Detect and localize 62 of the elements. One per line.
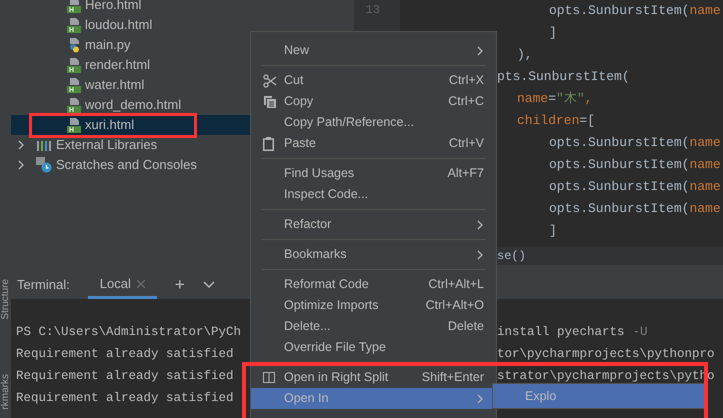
code-line: ]	[548, 24, 558, 42]
python-file-icon	[67, 37, 81, 53]
terminal-output-line: Requirement already satisfied	[16, 390, 234, 407]
shortcut-text: Ctrl+X	[448, 72, 484, 90]
html-file-icon	[67, 97, 81, 113]
menu-item[interactable]: Optimize Imports Ctrl+Alt+O	[251, 295, 496, 316]
terminal-output-line: Requirement already satisfied	[16, 368, 234, 385]
split-view-icon	[263, 372, 275, 383]
menu-item[interactable]: Copy Ctrl+C	[251, 91, 496, 112]
terminal-output-line: Requirement already satisfied	[16, 346, 234, 363]
breadcrumb-text: se()	[497, 248, 526, 265]
terminal-output-line: tor\pycharmprojects\pythonpro	[497, 346, 715, 363]
submenu-chevron-icon	[477, 394, 484, 404]
menu-item[interactable]: Delete... Delete	[251, 316, 496, 337]
shortcut-text: Ctrl+C	[448, 93, 484, 110]
shortcut-text: Ctrl+Alt+O	[426, 297, 484, 314]
file-tree-item[interactable]: loudou.html	[11, 15, 354, 35]
menu-item[interactable]: Reformat Code Ctrl+Alt+L	[251, 274, 496, 295]
submenu-chevron-icon	[477, 250, 484, 260]
tool-window-tab[interactable]: Structure	[0, 279, 10, 320]
shortcut-text: Shift+Enter	[422, 369, 484, 386]
terminal-output-line: PS C:\Users\Administrator\PyCh	[16, 324, 242, 341]
file-tree-item[interactable]: Hero.html	[11, 0, 354, 15]
code-line: opts.SunburstItem(name	[548, 156, 722, 174]
menu-item[interactable]: Refactor	[251, 214, 496, 235]
clipboard-icon	[263, 136, 274, 150]
menu-item[interactable]: Open in Right Split Shift+Enter	[251, 367, 496, 388]
submenu-chevron-icon	[477, 220, 484, 230]
html-file-icon	[67, 0, 81, 13]
code-line: opts.SunburstItem(name	[548, 134, 722, 152]
code-line: ]	[548, 222, 558, 240]
scratches-icon	[36, 157, 52, 173]
submenu-chevron-icon	[477, 46, 484, 56]
menu-item[interactable]: Override File Type	[251, 337, 496, 358]
shortcut-text: Delete	[448, 318, 484, 336]
shortcut-text: Alt+F7	[448, 165, 484, 182]
html-file-icon	[67, 57, 81, 73]
code-line: opts.SunburstItem(name	[548, 178, 722, 196]
html-file-icon	[67, 77, 81, 93]
menu-item[interactable]: Inspect Code...	[251, 184, 496, 205]
code-line: name="木",	[516, 90, 594, 108]
terminal-tab[interactable]: Local	[88, 271, 157, 299]
library-icon	[36, 138, 52, 152]
scissors-icon	[263, 74, 277, 88]
terminal-title: Terminal:	[17, 276, 70, 294]
code-line: children=[	[516, 112, 596, 130]
menu-item[interactable]: Find Usages Alt+F7	[251, 163, 496, 184]
html-file-icon	[67, 17, 81, 33]
menu-item[interactable]: Bookmarks	[251, 244, 496, 265]
code-line: pts.SunburstItem(	[497, 68, 631, 86]
chevron-down-icon[interactable]	[202, 281, 215, 289]
option-text: -U	[632, 324, 648, 341]
terminal-output-line: install pyecharts	[497, 324, 625, 341]
shortcut-text: Ctrl+V	[448, 135, 484, 152]
menu-item[interactable]: Paste Ctrl+V	[251, 133, 496, 154]
new-tab-button[interactable]: +	[174, 272, 185, 298]
shortcut-text: Ctrl+Alt+L	[428, 276, 484, 294]
code-line: opts.SunburstItem(name	[548, 200, 722, 218]
html-file-icon	[67, 117, 81, 133]
code-line: opts.SunburstItem(name	[548, 2, 722, 20]
code-line: ),	[516, 46, 534, 64]
copy-icon	[263, 95, 276, 108]
